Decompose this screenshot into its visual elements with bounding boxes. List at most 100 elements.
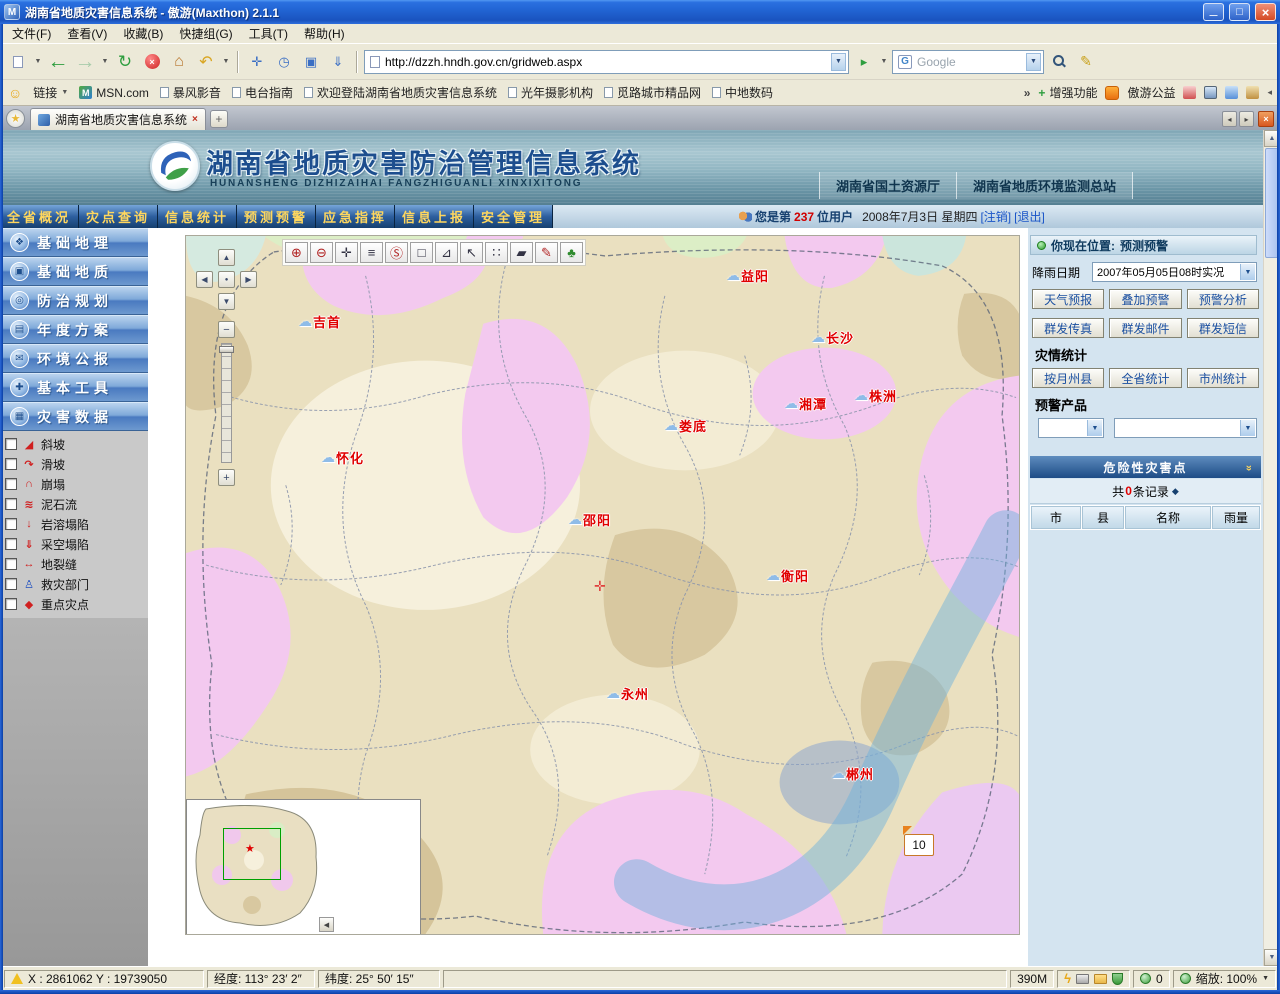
landslide-checkbox[interactable] [5, 458, 17, 470]
history-button[interactable]: ◷ [272, 49, 296, 75]
back-button[interactable]: ← [46, 49, 70, 75]
pan-down-button[interactable]: ▼ [218, 293, 235, 310]
key-disaster-point-checkbox[interactable] [5, 598, 17, 610]
sidebar-button-annual-plan[interactable]: ▤ 年度方案 [0, 315, 148, 344]
zoom-out-button[interactable]: − [218, 321, 235, 338]
link-radio-guide[interactable]: 电台指南 [232, 84, 293, 101]
close-button[interactable] [1255, 3, 1276, 21]
ground-fissure-checkbox[interactable] [5, 558, 17, 570]
pan-right-button[interactable]: ▶ [240, 271, 257, 288]
address-bar[interactable]: ▼ [364, 50, 849, 74]
slope-checkbox[interactable] [5, 438, 17, 450]
search-box[interactable]: G Google ▼ [892, 50, 1044, 74]
links-menu[interactable]: 链接 ▼ [33, 84, 68, 101]
scrollbar-down-icon[interactable]: ▼ [1264, 949, 1280, 966]
enhance-link[interactable]: + 增强功能 [1038, 84, 1097, 101]
tab-info-statistics[interactable]: 信息统计 [158, 205, 237, 228]
map-canvas[interactable]: ⊕ ⊖ ✛ ≡ Ⓢ □ ⊿ ↖ ∷ ▰ ✎ ♣ [185, 235, 1020, 935]
monitor-icon[interactable] [1204, 86, 1217, 99]
city-marker-yiyang[interactable]: ☁ 益阳 [726, 266, 769, 285]
pan-center-button[interactable]: ● [218, 271, 235, 288]
city-stats-button[interactable]: 市州统计 [1187, 368, 1259, 388]
more-links-icon[interactable]: » [1024, 86, 1031, 100]
map-layer-tree-tool[interactable]: ♣ [560, 242, 583, 263]
map-eraser-tool[interactable]: ▰ [510, 242, 533, 263]
rescue-department-checkbox[interactable] [5, 578, 17, 590]
home-button[interactable]: ⌂ [167, 49, 191, 75]
overlay-warning-button[interactable]: 叠加预警 [1109, 289, 1181, 309]
folder-icon[interactable] [1094, 974, 1107, 984]
link-geo-env-monitoring[interactable]: 湖南省地质环境监测总站 [956, 172, 1133, 199]
column-header-city[interactable]: 市 [1031, 506, 1081, 529]
zoom-in-button[interactable]: + [218, 469, 235, 486]
menu-favorites[interactable]: 收藏(B) [115, 23, 171, 44]
status-zoom[interactable]: 缩放: 100% ▼ [1173, 970, 1276, 988]
undo-dropdown-icon[interactable]: ▼ [221, 58, 231, 65]
city-marker-yongzhou[interactable]: ☁ 永州 [606, 684, 649, 703]
city-marker-jishou[interactable]: ☁ 吉首 [298, 312, 341, 331]
map-add-point-tool[interactable]: ∷ [485, 242, 508, 263]
map-pointer-tool[interactable]: ↖ [460, 242, 483, 263]
scrollbar-up-icon[interactable]: ▲ [1264, 130, 1280, 147]
city-marker-loudi[interactable]: ☁ 娄底 [664, 416, 707, 435]
weather-forecast-button[interactable]: 天气预报 [1032, 289, 1104, 309]
menu-file[interactable]: 文件(F) [4, 23, 59, 44]
layer-row-collapse[interactable]: ∩ 崩塌 [0, 474, 148, 494]
gift-icon[interactable] [1246, 86, 1259, 99]
forward-button[interactable]: → [73, 49, 97, 75]
karst-collapse-checkbox[interactable] [5, 518, 17, 530]
danger-points-header[interactable]: 危险性灾害点 « [1030, 456, 1261, 478]
collapse-chevron-icon[interactable]: « [1243, 463, 1255, 471]
city-marker-zhuzhou[interactable]: ☁ 株洲 [854, 386, 897, 405]
zoom-slider-handle[interactable] [219, 346, 234, 353]
collapse-checkbox[interactable] [5, 478, 17, 490]
layer-row-mining-collapse[interactable]: ⇓ 采空塌陷 [0, 534, 148, 554]
address-input[interactable] [385, 55, 826, 69]
menu-groups[interactable]: 快捷组(G) [171, 23, 240, 44]
tab-active[interactable]: 湖南省地质灾害信息系统 × [30, 108, 206, 130]
province-stats-button[interactable]: 全省统计 [1109, 368, 1181, 388]
tab-disaster-query[interactable]: 灾点查询 [79, 205, 158, 228]
zoom-dropdown-icon[interactable]: ▼ [1262, 975, 1269, 982]
tab-security-management[interactable]: 安全管理 [474, 205, 553, 228]
tab-province-overview[interactable]: 全省概况 [0, 205, 79, 228]
sidebar-button-disaster-data[interactable]: ▦ 灾害数据 [0, 402, 148, 431]
link-msn[interactable]: M MSN.com [79, 86, 149, 100]
city-marker-shaoyang[interactable]: ☁ 邵阳 [568, 510, 611, 529]
card-icon[interactable] [1183, 86, 1196, 99]
download-button[interactable]: ⇓ [326, 49, 350, 75]
map-zoom-out-tool[interactable]: ⊖ [310, 242, 333, 263]
tab-info-report[interactable]: 信息上报 [395, 205, 474, 228]
overview-map[interactable]: ★ ◀ [186, 799, 421, 935]
dropdown-arrow-icon[interactable]: ▼ [1087, 420, 1102, 436]
group-fax-button[interactable]: 群发传真 [1032, 318, 1104, 338]
rain-date-select[interactable]: 2007年05月05日08时实况 ▼ [1092, 262, 1257, 282]
links-scroll-icon[interactable]: ◂ [1267, 87, 1272, 98]
product-select-2[interactable]: ▼ [1114, 418, 1257, 438]
tab-scroll-left-button[interactable]: ◂ [1222, 111, 1237, 127]
city-marker-huaihua[interactable]: ☁ 怀化 [321, 448, 364, 467]
link-land-resources-dept[interactable]: 湖南省国土资源厅 [819, 172, 956, 199]
layer-row-key-disaster-point[interactable]: ◆ 重点灾点 [0, 594, 148, 614]
new-page-button[interactable] [6, 49, 30, 75]
charity-link[interactable]: 傲游公益 [1127, 84, 1175, 101]
exit-link[interactable]: [退出] [1014, 208, 1045, 225]
sidebar-button-environment-bulletin[interactable]: ✉ 环境公报 [0, 344, 148, 373]
city-marker-chenzhou[interactable]: ☁ 郴州 [831, 764, 874, 783]
sidebar-button-basic-geography[interactable]: ❖ 基础地理 [0, 228, 148, 257]
maximize-button[interactable] [1229, 3, 1250, 21]
menu-view[interactable]: 查看(V) [59, 23, 115, 44]
city-marker-xiangtan[interactable]: ☁ 湘潭 [784, 394, 827, 413]
tools-button[interactable]: ✛ [245, 49, 269, 75]
new-tab-button[interactable]: + [210, 110, 228, 128]
tab-forecast-warning[interactable]: 预测预警 [237, 205, 316, 228]
city-marker-changsha[interactable]: ☁ 长沙 [811, 328, 854, 347]
mining-collapse-checkbox[interactable] [5, 538, 17, 550]
records-marker-icon[interactable]: ◆ [1172, 486, 1179, 497]
minimize-button[interactable] [1203, 3, 1224, 21]
history-dropdown-icon[interactable]: ▼ [100, 58, 110, 65]
link-photo-studio[interactable]: 光年摄影机构 [508, 84, 593, 101]
favorites-star-button[interactable]: ★ [6, 109, 25, 128]
new-page-dropdown-icon[interactable]: ▼ [33, 58, 43, 65]
tab-emergency-command[interactable]: 应急指挥 [316, 205, 395, 228]
